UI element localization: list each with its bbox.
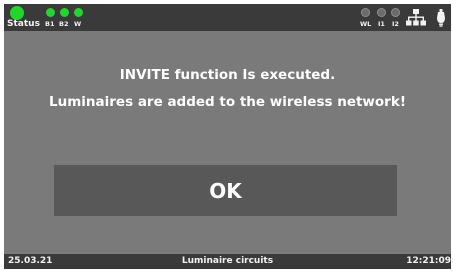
ok-button[interactable]: OK	[54, 165, 397, 216]
message-line-2: Luminaires are added to the wireless net…	[49, 94, 406, 110]
message-line-1: INVITE function Is executed.	[119, 67, 336, 83]
i1-label: I1	[378, 20, 385, 28]
status-bar: Status B1 B2 W WL I1 I2	[4, 4, 451, 31]
i2-label: I2	[392, 20, 399, 28]
b1-led	[46, 8, 55, 17]
network-icon	[406, 9, 426, 26]
i1-led	[377, 8, 386, 17]
lamp-icon	[437, 9, 445, 27]
b1-label: B1	[45, 20, 55, 28]
wl-label: WL	[360, 20, 372, 28]
w-led	[74, 8, 83, 17]
device-screen: Status B1 B2 W WL I1 I2 INVITE function …	[0, 0, 453, 271]
footer-bar: 25.03.21 Luminaire circuits 12:21:09	[4, 254, 451, 269]
w-label: W	[74, 20, 82, 28]
status-led	[10, 6, 24, 20]
message-panel: INVITE function Is executed. Luminaires …	[4, 31, 451, 254]
b2-led	[60, 8, 69, 17]
b2-label: B2	[59, 20, 69, 28]
footer-title: Luminaire circuits	[181, 256, 274, 266]
status-label: Status	[7, 19, 40, 29]
footer-time: 12:21:09	[406, 256, 451, 266]
wl-led	[361, 8, 370, 17]
i2-led	[391, 8, 400, 17]
